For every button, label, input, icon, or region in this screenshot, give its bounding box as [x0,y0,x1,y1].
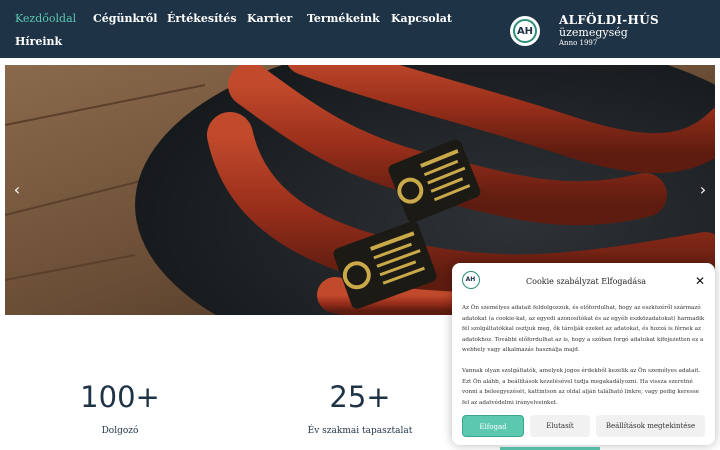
logo-monogram: AH [513,19,537,43]
stats-section: 100+ Dolgozó 25+ Év szakmai tapasztalat [0,370,460,440]
cookie-settings-button[interactable]: Beállítások megtekintése [596,415,705,437]
close-icon[interactable]: ✕ [693,274,707,288]
nav-link-products[interactable]: Termékeink [307,12,380,25]
cookie-text-paragraph-2: Vannak olyan szolgáltatók, amelyek jogos… [462,368,701,406]
nav-link-sales[interactable]: Értékesítés [167,12,237,25]
stat-label: Év szakmai tapasztalat [307,426,413,436]
top-navbar: Kezdőoldal Cégünkről Értékesítés Karrier… [0,0,720,58]
brand-name: ALFÖLDI-HÚS [559,13,659,27]
brand-year: Anno 1997 [559,39,598,47]
company-logo: AH [508,14,542,48]
nav-link-company[interactable]: Cégünkről [93,12,157,25]
stat-label: Dolgozó [101,426,139,436]
accept-cookies-button[interactable]: Elfogad [462,415,524,437]
deny-cookies-button[interactable]: Elutasít [530,415,590,437]
slider-next-arrow-icon[interactable]: › [693,177,713,203]
brand-logo-link[interactable]: AH ALFÖLDI-HÚS üzemegység Anno 1997 [508,12,708,52]
cookie-logo-monogram: AH [465,276,476,283]
cookie-consent-dialog: AH Cookie szabályzat Elfogadása ✕ Az Ön … [452,263,715,445]
cookie-dialog-logo: AH [462,271,480,289]
stat-experience: 25+ Év szakmai tapasztalat [260,380,460,436]
nav-link-career[interactable]: Karrier [247,12,292,25]
stat-employees: 100+ Dolgozó [20,380,220,436]
cookie-dialog-title: Cookie szabályzat Elfogadása [526,277,647,286]
nav-link-contact[interactable]: Kapcsolat [391,12,452,25]
slider-prev-arrow-icon[interactable]: ‹ [7,177,27,203]
stat-value: 100+ [80,380,160,414]
nav-link-home[interactable]: Kezdőoldal [15,12,76,25]
nav-link-news[interactable]: Híreink [15,35,62,48]
stat-value: 25+ [329,380,391,414]
cookie-text-paragraph-1: Az Ön személyes adatait feldolgozzuk, és… [462,305,705,353]
brand-subtitle: üzemegység [559,26,628,39]
